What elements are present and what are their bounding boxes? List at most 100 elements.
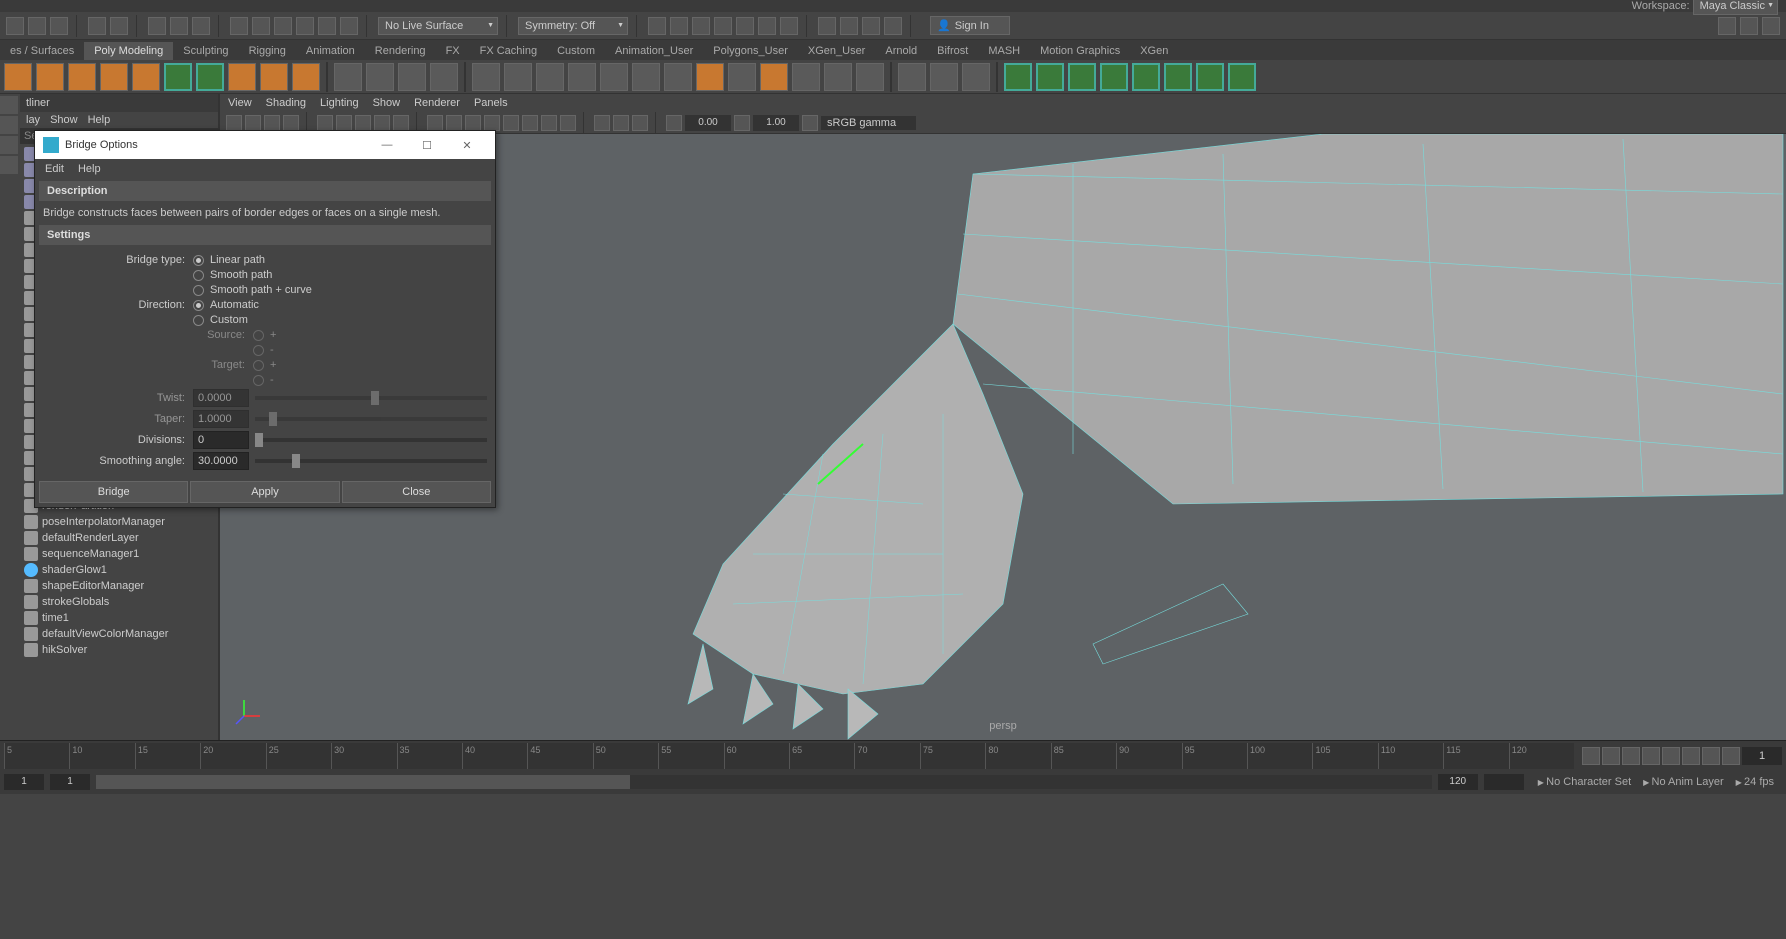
tab-xgen-user[interactable]: XGen_User (798, 42, 875, 60)
tree-item[interactable]: sequenceManager1 (20, 546, 218, 562)
tree-item[interactable]: poseInterpolatorManager (20, 514, 218, 530)
tab-fx[interactable]: FX (436, 42, 470, 60)
axis-gizmo-icon[interactable] (234, 696, 264, 726)
lighting-menu[interactable]: Lighting (320, 97, 359, 109)
vp-motion-icon[interactable] (541, 115, 557, 131)
input-icon[interactable] (670, 17, 688, 35)
combine-icon[interactable] (472, 63, 500, 91)
signin-button[interactable]: 👤 Sign In (930, 16, 1010, 35)
vp-res-icon[interactable] (374, 115, 390, 131)
play-fwd-icon[interactable] (1662, 747, 1680, 765)
edge-flow-icon[interactable] (898, 63, 926, 91)
vp-exposure-field[interactable]: 0.00 (685, 115, 731, 131)
poly-cube-icon[interactable] (36, 63, 64, 91)
quad-draw-icon[interactable] (1228, 63, 1256, 91)
poly-cylinder-icon[interactable] (68, 63, 96, 91)
tab-xgen[interactable]: XGen (1130, 42, 1178, 60)
smoothing-slider[interactable] (255, 459, 487, 463)
snap-plane-icon[interactable] (296, 17, 314, 35)
triangulate-icon[interactable] (696, 63, 724, 91)
renderer-menu[interactable]: Renderer (414, 97, 460, 109)
append-icon[interactable] (962, 63, 990, 91)
smooth-curve-radio[interactable] (193, 285, 204, 296)
tab-mash[interactable]: MASH (978, 42, 1030, 60)
vp-exposure-icon[interactable] (666, 115, 682, 131)
quad-icon[interactable] (728, 63, 756, 91)
shading-menu[interactable]: Shading (266, 97, 306, 109)
target-weld-icon[interactable] (1036, 63, 1064, 91)
render-globals-icon[interactable] (862, 17, 880, 35)
tab-poly-modeling[interactable]: Poly Modeling (84, 42, 173, 60)
vp-gamma-field[interactable]: 1.00 (753, 115, 799, 131)
vp-camera-icon[interactable] (245, 115, 261, 131)
snap-icon[interactable] (366, 63, 394, 91)
bridge-button[interactable]: Bridge (39, 481, 188, 503)
workspace-dropdown[interactable]: Maya Classic (1693, 0, 1778, 15)
soft-icon[interactable] (398, 63, 426, 91)
linear-path-radio[interactable] (193, 255, 204, 266)
vp-film-icon[interactable] (336, 115, 352, 131)
ipr-icon[interactable] (840, 17, 858, 35)
tab-rigging[interactable]: Rigging (239, 42, 296, 60)
construction-icon[interactable] (648, 17, 666, 35)
save-icon[interactable] (50, 17, 68, 35)
charset-status[interactable]: No Character Set (1538, 776, 1631, 788)
timeline-ruler[interactable]: 5101520253035404550556065707580859095100… (4, 743, 1574, 769)
smooth-path-radio[interactable] (193, 270, 204, 281)
vp-ao-icon[interactable] (522, 115, 538, 131)
vp-xray-icon[interactable] (613, 115, 629, 131)
range-bar[interactable] (96, 775, 630, 789)
range-track[interactable] (96, 775, 1432, 789)
minimize-icon[interactable]: — (367, 131, 407, 159)
dialog-titlebar[interactable]: Bridge Options — ☐ ✕ (35, 131, 495, 159)
tab-custom[interactable]: Custom (547, 42, 605, 60)
poly-cone-icon[interactable] (100, 63, 128, 91)
insert-edge-icon[interactable] (1100, 63, 1128, 91)
snap-grid-icon[interactable] (230, 17, 248, 35)
vp-joint-icon[interactable] (632, 115, 648, 131)
tab-surfaces[interactable]: es / Surfaces (0, 42, 84, 60)
tab-fx-caching[interactable]: FX Caching (470, 42, 547, 60)
select-tool-icon[interactable] (0, 96, 18, 114)
tab-rendering[interactable]: Rendering (365, 42, 436, 60)
offset-edge-icon[interactable] (1132, 63, 1160, 91)
key-icon[interactable] (758, 17, 776, 35)
step-back-key-icon[interactable] (1602, 747, 1620, 765)
poly-disc-icon[interactable] (196, 63, 224, 91)
snap-view-icon[interactable] (340, 17, 358, 35)
separate-icon[interactable] (504, 63, 532, 91)
vp-safe-icon[interactable] (393, 115, 409, 131)
vp-gate-icon[interactable] (355, 115, 371, 131)
boolean-icon[interactable] (536, 63, 564, 91)
retopo-icon[interactable] (760, 63, 788, 91)
undo-icon[interactable] (88, 17, 106, 35)
symmetry-dropdown[interactable]: Symmetry: Off (518, 17, 628, 35)
vp-color-icon[interactable] (802, 115, 818, 131)
origin-icon[interactable] (430, 63, 458, 91)
paint-icon[interactable] (192, 17, 210, 35)
vp-textured-icon[interactable] (465, 115, 481, 131)
view-menu[interactable]: View (228, 97, 252, 109)
settings-section[interactable]: Settings (39, 225, 491, 245)
divisions-slider[interactable] (255, 438, 487, 442)
poly-plane-icon[interactable] (164, 63, 192, 91)
tab-polygons-user[interactable]: Polygons_User (703, 42, 798, 60)
vp-grid-icon[interactable] (317, 115, 333, 131)
vp-shaded-icon[interactable] (446, 115, 462, 131)
vp-shadow-icon[interactable] (503, 115, 519, 131)
type-icon[interactable] (260, 63, 288, 91)
scale-tool-icon[interactable] (0, 156, 18, 174)
sculpt-icon[interactable] (792, 63, 820, 91)
go-end-icon[interactable] (1722, 747, 1740, 765)
vp-colorspace-dropdown[interactable]: sRGB gamma (821, 116, 916, 130)
poly-torus-icon[interactable] (132, 63, 160, 91)
ui-icon[interactable] (1740, 17, 1758, 35)
vp-select-icon[interactable] (226, 115, 242, 131)
range-in-field[interactable]: 1 (50, 774, 90, 790)
min-icon[interactable] (1762, 17, 1780, 35)
mirror-icon[interactable] (568, 63, 596, 91)
crease-icon[interactable] (1196, 63, 1224, 91)
range-end-field[interactable] (1484, 774, 1524, 790)
move-tool-icon[interactable] (0, 116, 18, 134)
range-out-field[interactable]: 120 (1438, 774, 1478, 790)
